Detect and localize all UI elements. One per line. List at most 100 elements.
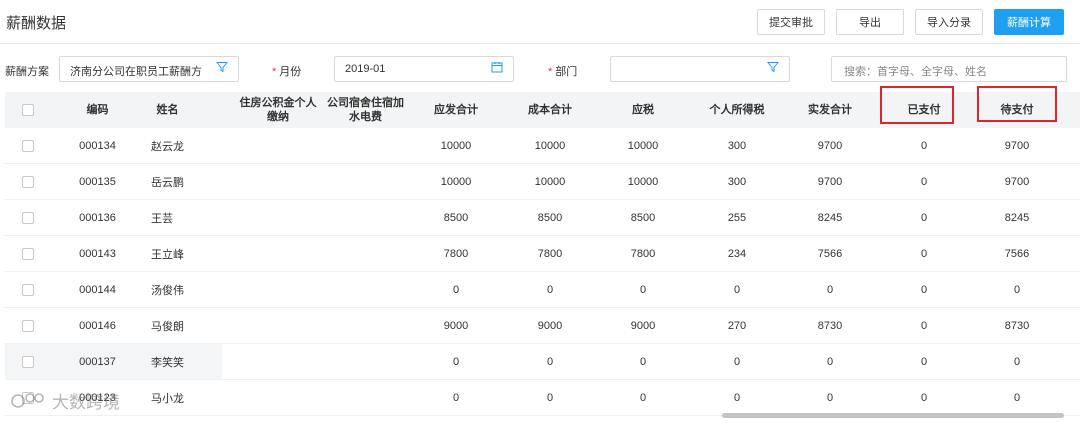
- submit-review-button[interactable]: 提交审批: [757, 9, 825, 35]
- dept-select[interactable]: [610, 56, 790, 82]
- row-select-cell[interactable]: [5, 128, 50, 163]
- cell-cost: 0: [546, 355, 554, 368]
- row-checkbox[interactable]: [21, 355, 34, 368]
- cell-pending: 0: [1013, 283, 1021, 296]
- cell-income-tax: 270: [727, 319, 747, 332]
- cell-paid: 0: [920, 139, 928, 152]
- col-net[interactable]: 实发合计: [780, 92, 880, 128]
- row-select-cell[interactable]: [5, 164, 50, 199]
- table-row[interactable]: 000143 王立峰 7800 7800 7800 234 7566 0 7566: [5, 236, 1080, 272]
- cell-gross: 8500: [443, 211, 469, 224]
- cell-cost: 8500: [537, 211, 563, 224]
- month-picker[interactable]: 2019-01: [334, 56, 514, 82]
- cell-paid: 0: [920, 283, 928, 296]
- cell-cost: 7800: [537, 247, 563, 260]
- row-checkbox[interactable]: [21, 139, 34, 152]
- plan-select[interactable]: 济南分公司在职员工薪酬方: [59, 56, 239, 82]
- month-label: * 月份: [272, 66, 302, 78]
- cell-gross: 0: [452, 355, 460, 368]
- cell-dorm-fee: [313, 164, 418, 199]
- cell-net: 8730: [817, 319, 843, 332]
- salary-calculate-button[interactable]: 薪酬计算: [994, 9, 1064, 35]
- cell-income-tax: 0: [733, 391, 741, 404]
- col-name[interactable]: 姓名: [145, 92, 190, 128]
- horizontal-scrollbar[interactable]: [722, 413, 1064, 418]
- cell-dorm-fee: [313, 272, 418, 307]
- cell-cost: 0: [546, 391, 554, 404]
- cell-paid: 0: [920, 355, 928, 368]
- page-header: 薪酬数据 提交审批 导出 导入分录 薪酬计算: [0, 0, 1080, 44]
- plan-value: 济南分公司在职员工薪酬方: [70, 66, 202, 78]
- cell-income-tax: 0: [733, 283, 741, 296]
- table-row[interactable]: 000144 汤俊伟 0 0 0 0 0 0 0: [5, 272, 1080, 308]
- cell-gross: 0: [452, 283, 460, 296]
- cell-gross: 7800: [443, 247, 469, 260]
- table-row[interactable]: 000146 马俊朗 9000 9000 9000 270 8730 0 8730: [5, 308, 1080, 344]
- row-checkbox[interactable]: [21, 211, 34, 224]
- cell-code: 000135: [79, 175, 116, 188]
- cell-cost: 9000: [537, 319, 563, 332]
- import-entries-button[interactable]: 导入分录: [915, 9, 983, 35]
- table-row[interactable]: 000135 岳云鹏 10000 10000 10000 300 9700 0 9700: [5, 164, 1080, 200]
- cell-cost: 10000: [534, 175, 566, 188]
- cell-name: 马小龙: [151, 392, 184, 405]
- cell-income-tax: 300: [727, 175, 747, 188]
- col-code[interactable]: 编码: [50, 92, 145, 128]
- cell-pending: 8730: [1004, 319, 1030, 332]
- cell-cost: 0: [546, 283, 554, 296]
- cell-dorm-fee: [313, 200, 418, 235]
- filter-icon[interactable]: [767, 61, 779, 73]
- cell-paid: 0: [920, 391, 928, 404]
- row-checkbox[interactable]: [21, 247, 34, 260]
- filter-icon[interactable]: [216, 61, 228, 73]
- search-placeholder: 搜索：首字母、全字母、姓名: [844, 66, 987, 78]
- select-all-checkbox[interactable]: [21, 104, 34, 116]
- table-row[interactable]: 000123 马小龙 0 0 0 0 0 0 0: [5, 380, 1080, 416]
- select-all-cell[interactable]: [5, 92, 50, 128]
- cell-income-tax: 300: [727, 139, 747, 152]
- search-input[interactable]: 搜索：首字母、全字母、姓名: [831, 56, 1067, 82]
- cell-paid: 0: [920, 175, 928, 188]
- table-row[interactable]: 000137 李笑笑 0 0 0 0 0 0 0: [5, 344, 1080, 380]
- cell-name: 马俊朗: [151, 320, 184, 333]
- watermark-logo-icon: [11, 392, 44, 408]
- cell-net: 0: [826, 355, 834, 368]
- cell-name: 岳云鹏: [151, 176, 184, 189]
- cell-net: 8245: [817, 211, 843, 224]
- row-checkbox[interactable]: [21, 175, 34, 188]
- cell-pending: 9700: [1004, 175, 1030, 188]
- col-gross[interactable]: 应发合计: [406, 92, 506, 128]
- cell-taxable: 7800: [630, 247, 656, 260]
- calendar-icon[interactable]: [491, 61, 503, 73]
- cell-paid: 0: [920, 247, 928, 260]
- cell-gross: 10000: [440, 139, 472, 152]
- cell-gross: 0: [452, 391, 460, 404]
- row-checkbox[interactable]: [21, 319, 34, 332]
- col-taxable[interactable]: 应税: [593, 92, 693, 128]
- cell-dorm-fee: [313, 344, 418, 379]
- row-select-cell[interactable]: [5, 308, 50, 343]
- row-select-cell[interactable]: [5, 272, 50, 307]
- cell-dorm-fee: [313, 128, 418, 163]
- row-checkbox[interactable]: [21, 283, 34, 296]
- col-income-tax[interactable]: 个人所得税: [687, 92, 787, 128]
- cell-gross: 10000: [440, 175, 472, 188]
- col-dorm-fee[interactable]: 公司宿舍住宿加 水电费: [313, 92, 418, 128]
- cell-name: 汤俊伟: [151, 284, 184, 297]
- table-row[interactable]: 000134 赵云龙 10000 10000 10000 300 9700 0 9700: [5, 128, 1080, 164]
- col-cost[interactable]: 成本合计: [500, 92, 600, 128]
- cell-taxable: 0: [639, 355, 647, 368]
- cell-dorm-fee: [313, 236, 418, 271]
- row-select-cell[interactable]: [5, 200, 50, 235]
- cell-net: 9700: [817, 139, 843, 152]
- cell-name: 李笑笑: [151, 356, 184, 369]
- row-select-cell[interactable]: [5, 344, 50, 379]
- cell-name: 赵云龙: [151, 140, 184, 153]
- cell-net: 0: [826, 283, 834, 296]
- cell-code: 000137: [79, 355, 116, 368]
- cell-taxable: 8500: [630, 211, 656, 224]
- export-button[interactable]: 导出: [836, 9, 904, 35]
- cell-pending: 7566: [1004, 247, 1030, 260]
- row-select-cell[interactable]: [5, 236, 50, 271]
- table-row[interactable]: 000136 王芸 8500 8500 8500 255 8245 0 8245: [5, 200, 1080, 236]
